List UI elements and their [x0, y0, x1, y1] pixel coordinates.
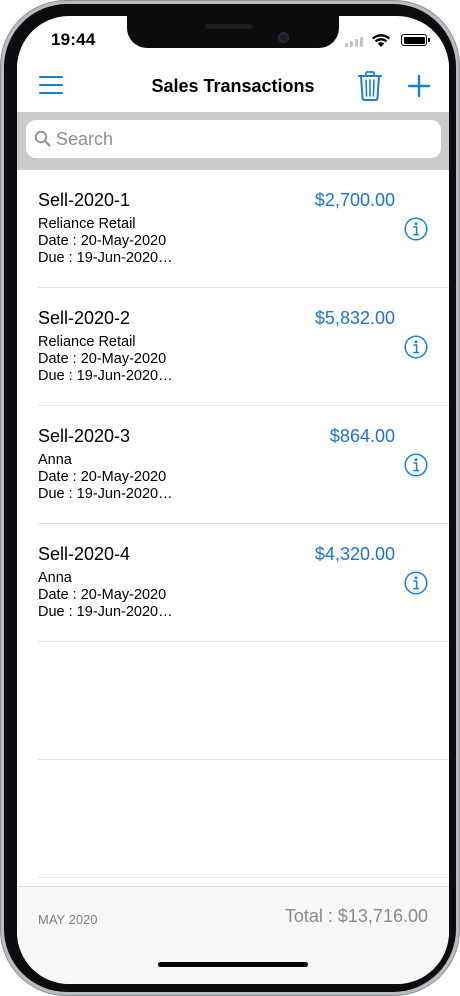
search-input[interactable]: [56, 120, 426, 158]
trash-icon[interactable]: [357, 71, 383, 101]
home-indicator[interactable]: [158, 962, 308, 967]
transaction-row[interactable]: Sell-2020-2 $5,832.00 Reliance Retail Da…: [17, 288, 449, 406]
cellular-signal-icon: [345, 37, 363, 47]
info-icon[interactable]: [404, 335, 428, 359]
search-bar: [17, 112, 449, 170]
hamburger-menu-icon[interactable]: [39, 74, 63, 96]
transaction-date: Date : 20-May-2020: [38, 469, 167, 485]
transaction-id: Sell-2020-4: [38, 544, 131, 564]
status-time: 19:44: [51, 30, 96, 49]
transaction-id: Sell-2020-3: [38, 426, 131, 446]
transaction-date: Date : 20-May-2020: [38, 587, 167, 603]
transaction-customer: Reliance Retail: [38, 216, 136, 232]
transaction-list: Sell-2020-1 $2,700.00 Reliance Retail Da…: [17, 170, 449, 878]
transaction-date: Date : 20-May-2020: [38, 351, 167, 367]
plus-icon[interactable]: [407, 74, 431, 98]
transaction-row[interactable]: Sell-2020-1 $2,700.00 Reliance Retail Da…: [17, 170, 449, 288]
info-icon[interactable]: [404, 217, 428, 241]
info-icon[interactable]: [404, 453, 428, 477]
search-icon: [34, 130, 51, 147]
navigation-bar: Sales Transactions: [17, 60, 449, 112]
phone-bezel: 19:44 Sales Transactions Search Sell-202…: [4, 4, 456, 992]
camera-icon: [278, 32, 289, 43]
transaction-date: Date : 20-May-2020: [38, 233, 167, 249]
transaction-id: Sell-2020-1: [38, 190, 131, 210]
summary-footer: MAY 2020 Total : $13,716.00: [17, 886, 449, 984]
transaction-customer: Anna: [38, 570, 72, 586]
row-divider: [38, 877, 449, 878]
transaction-due: Due : 19-Jun-2020…: [38, 368, 173, 384]
info-icon[interactable]: [404, 571, 428, 595]
status-indicators: [337, 30, 430, 50]
battery-icon: [401, 34, 430, 46]
transaction-customer: Anna: [38, 452, 72, 468]
footer-month: MAY 2020: [38, 912, 98, 927]
search-field[interactable]: [26, 120, 441, 158]
app-screen: 19:44 Sales Transactions Search Sell-202…: [17, 16, 449, 984]
wifi-icon: [372, 34, 390, 47]
transaction-due: Due : 19-Jun-2020…: [38, 486, 173, 502]
speaker-grille: [205, 24, 253, 29]
transaction-amount: $5,832.00: [314, 308, 395, 328]
transaction-row[interactable]: Sell-2020-4 $4,320.00 Anna Date : 20-May…: [17, 524, 449, 642]
transaction-due: Due : 19-Jun-2020…: [38, 250, 173, 266]
transaction-amount: $2,700.00: [314, 190, 395, 210]
phone-frame: 19:44 Sales Transactions Search Sell-202…: [0, 0, 460, 996]
transaction-due: Due : 19-Jun-2020…: [38, 604, 173, 620]
transaction-id: Sell-2020-2: [38, 308, 131, 328]
page-title: Sales Transactions: [151, 76, 315, 96]
transaction-customer: Reliance Retail: [38, 334, 136, 350]
empty-row: [17, 642, 449, 760]
footer-total: Total : $13,716.00: [284, 906, 428, 926]
transaction-amount: $864.00: [329, 426, 395, 446]
transaction-row[interactable]: Sell-2020-3 $864.00 Anna Date : 20-May-2…: [17, 406, 449, 524]
transaction-amount: $4,320.00: [314, 544, 395, 564]
device-notch: [127, 16, 339, 48]
empty-row: [17, 760, 449, 878]
